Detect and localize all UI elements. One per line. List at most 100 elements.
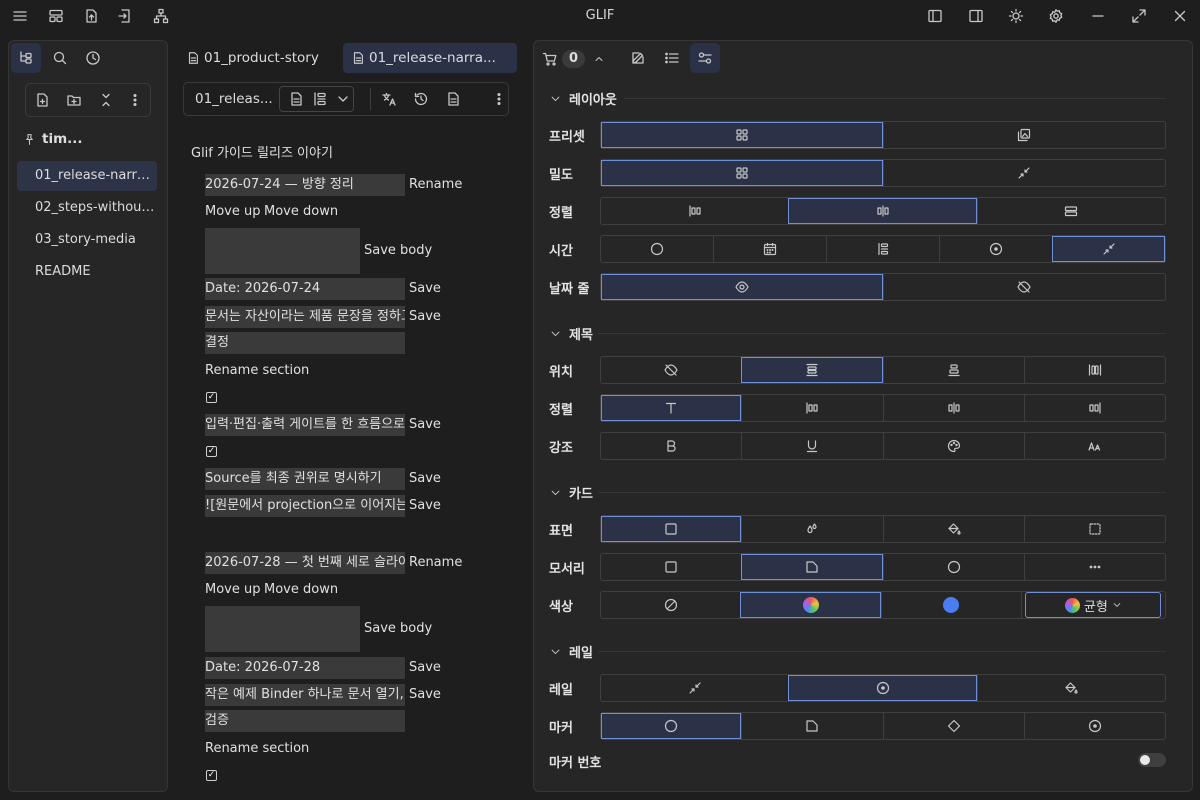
tab-search[interactable] [45,43,75,73]
file-item-03-story-media[interactable]: 03_story-media [17,225,157,255]
tab-01-release-narrative[interactable]: 01_release-narra... [343,43,517,73]
save-body-button[interactable]: Save body [364,621,432,636]
rename-section-button[interactable]: Rename section [205,741,309,756]
file-item-02-steps[interactable]: 02_steps-without... [17,193,157,223]
surface-dashed-option[interactable] [1023,516,1165,542]
emphasis-underline-option[interactable] [741,433,882,459]
rename-button[interactable]: Rename [409,555,462,570]
body-textarea[interactable] [205,606,360,652]
history-icon[interactable] [413,91,429,107]
more-options-icon[interactable] [127,92,143,108]
date-input[interactable]: Date: 2026-07-28 [205,657,405,679]
marker-diamond-option[interactable] [882,713,1024,739]
time-timeline-option[interactable] [826,236,939,262]
tab-file-tree[interactable] [11,43,41,73]
save-button[interactable]: Save [409,281,441,296]
position-side-option[interactable] [1023,357,1165,383]
marker-rounded-option[interactable] [741,713,882,739]
time-circle-option[interactable] [601,236,713,262]
document-icon[interactable] [445,91,461,107]
save-button[interactable]: Save [409,471,441,486]
position-above-option[interactable] [882,357,1024,383]
align-left-option[interactable] [601,198,788,224]
save-button[interactable]: Save [409,417,441,432]
section-title-input[interactable]: 2026-07-24 — 방향 정리 [205,174,405,196]
document-view-icon[interactable] [288,91,304,107]
marker-number-toggle[interactable] [1138,753,1166,767]
media-input[interactable]: ![원문에서 projection으로 이어지는 [205,495,405,517]
new-file-icon[interactable] [34,92,50,108]
save-button[interactable]: Save [409,660,441,675]
align-stack-option[interactable] [976,198,1165,224]
title-align-text-option[interactable] [601,395,742,421]
corner-more-option[interactable] [1023,554,1165,580]
date-line-show-option[interactable] [601,274,883,300]
cart-indicator[interactable]: 0 [542,49,605,69]
marker-dot-option[interactable] [1023,713,1165,739]
body-input[interactable]: 작은 예제 Binder 하나로 문서 열기, 편집 [205,684,405,706]
emphasis-color-option[interactable] [882,433,1024,459]
rail-fill-option[interactable] [976,675,1165,701]
save-button[interactable]: Save [409,498,441,513]
section-title-header[interactable]: 제목 [550,324,593,343]
file-item-01-release-narrative[interactable]: 01_release-narra... [17,161,157,191]
new-folder-icon[interactable] [66,92,82,108]
title-align-center-option[interactable] [882,395,1024,421]
tag-input[interactable]: 검증 [205,710,405,732]
tag-input[interactable]: 결정 [205,332,405,354]
position-hidden-option[interactable] [601,357,741,383]
tab-recent[interactable] [78,43,108,73]
settings-sliders-icon[interactable] [690,43,720,73]
list-icon[interactable] [657,43,687,73]
minimize-icon[interactable] [1090,8,1106,24]
time-compact-option[interactable] [1052,236,1165,262]
checklist-item-input[interactable]: Source를 최종 권위로 명시하기 [205,468,405,490]
tab-01-product-story[interactable]: 01_product-story [178,43,327,73]
surface-square-option[interactable] [601,516,742,542]
preset-grid-option[interactable] [601,122,883,148]
more-options-icon[interactable] [491,91,507,107]
theme-sun-icon[interactable] [1008,8,1024,24]
settings-gear-icon[interactable] [1048,8,1064,24]
right-sidebar-toggle-icon[interactable] [968,8,984,24]
color-none-option[interactable] [601,592,740,618]
body-textarea[interactable] [205,228,360,274]
rail-compact-option[interactable] [601,675,788,701]
checkbox[interactable]: ✓ [206,446,217,457]
color-balanced-dropdown[interactable]: 균형 [1025,592,1162,618]
save-button[interactable]: Save [409,687,441,702]
time-calendar-option[interactable] [713,236,826,262]
color-balanced-option[interactable]: 균형 [1020,592,1165,618]
date-input[interactable]: Date: 2026-07-24 [205,278,405,300]
file-item-readme[interactable]: README [17,257,157,287]
edit-pencil-icon[interactable] [623,43,653,73]
left-sidebar-toggle-icon[interactable] [927,8,943,24]
marker-circle-option[interactable] [601,713,742,739]
title-align-right-option[interactable] [1023,395,1165,421]
move-down-button[interactable]: Move down [264,582,338,597]
rename-button[interactable]: Rename [409,177,462,192]
corner-square-option[interactable] [601,554,741,580]
color-blue-option[interactable] [880,592,1021,618]
move-up-button[interactable]: Move up [205,582,261,597]
section-layout-header[interactable]: 레이아웃 [550,89,617,108]
emphasis-bold-option[interactable] [601,433,741,459]
timeline-view-icon[interactable] [312,91,328,107]
section-title-input[interactable]: 2026-07-28 — 첫 번째 세로 슬라이 [205,552,405,574]
checkbox[interactable]: ✓ [206,770,217,781]
move-up-button[interactable]: Move up [205,204,261,219]
save-button[interactable]: Save [409,309,441,324]
color-multi-option[interactable] [740,592,881,618]
time-dot-option[interactable] [939,236,1052,262]
emphasis-case-option[interactable] [1023,433,1165,459]
date-line-hide-option[interactable] [882,274,1166,300]
vault-header[interactable]: tim... [23,131,83,147]
corner-rounded-option[interactable] [741,554,883,580]
checklist-item-input[interactable]: 입력·편집·출력 게이트를 한 흐름으로 [205,414,405,436]
checkbox[interactable]: ✓ [206,392,217,403]
translate-icon[interactable] [381,91,397,107]
density-grid-option[interactable] [601,160,883,186]
preset-gallery-option[interactable] [882,122,1166,148]
close-icon[interactable] [1172,8,1188,24]
align-center-option[interactable] [788,198,977,224]
